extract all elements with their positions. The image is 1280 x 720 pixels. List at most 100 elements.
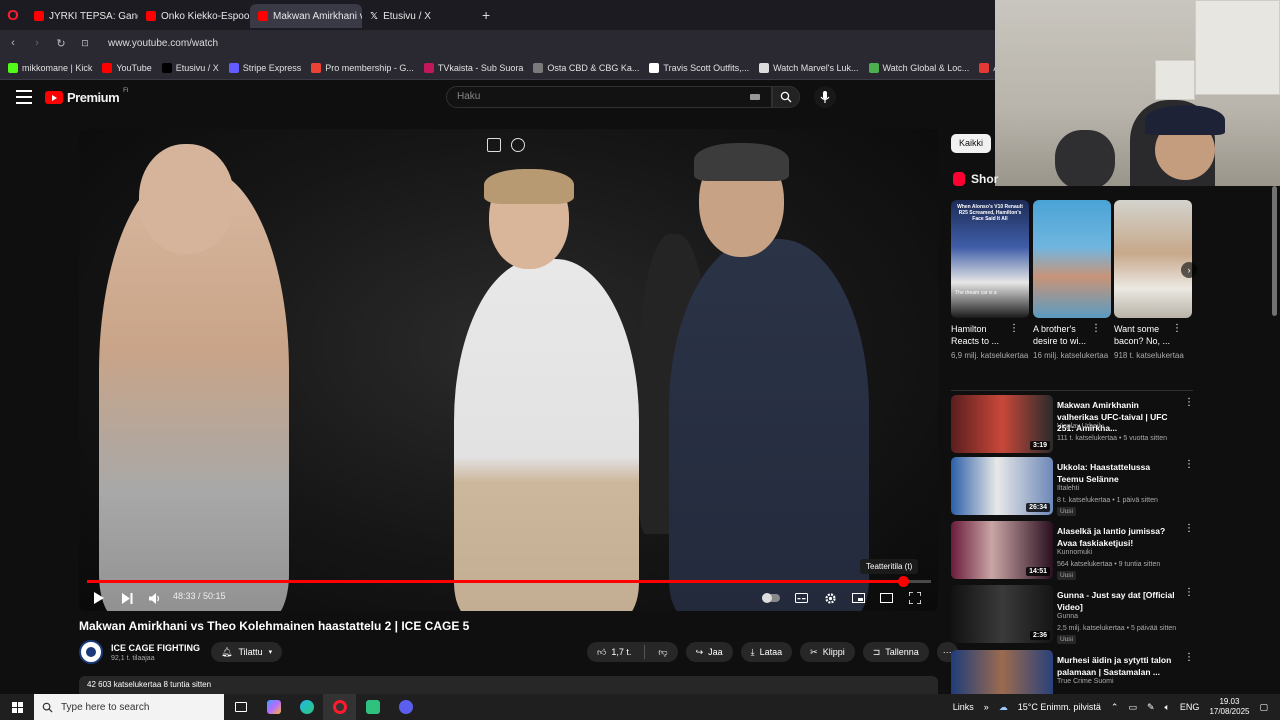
volume-tray-icon[interactable]: 🔈︎: [1165, 702, 1170, 713]
taskbar-app-copilot[interactable]: [257, 694, 290, 720]
fullscreen-button[interactable]: [906, 587, 924, 609]
bookmark-item[interactable]: Stripe Express: [228, 62, 301, 73]
short-thumbnail[interactable]: [1033, 200, 1111, 318]
bookmark-item[interactable]: Pro membership - G...: [311, 62, 414, 73]
opera-logo-icon[interactable]: O: [0, 0, 26, 30]
new-tab-button[interactable]: +: [482, 7, 490, 23]
back-arrow-icon[interactable]: ‹: [8, 37, 18, 49]
shorts-next-button[interactable]: ›: [1181, 262, 1197, 278]
short-title[interactable]: A brother's desire to wi...: [1033, 323, 1095, 347]
bookmark-item[interactable]: Osta CBD & CBG Ka...: [533, 62, 639, 73]
chevron-up-icon[interactable]: ⌃: [1111, 702, 1119, 713]
keyboard-icon[interactable]: [750, 94, 760, 100]
video-title[interactable]: Murhesi äidin ja sytytti talon palamaan …: [1057, 655, 1179, 678]
subscribed-button[interactable]: 🔔︎ Tilattu ▾: [211, 642, 283, 662]
video-channel[interactable]: Gunna: [1057, 613, 1078, 620]
subtitles-button[interactable]: [792, 587, 810, 609]
short-title[interactable]: Want some bacon? No, ...: [1114, 323, 1176, 347]
video-progress-bar[interactable]: [87, 576, 931, 587]
video-player[interactable]: Teatteritila (t) 48:33 / 50:15: [79, 129, 938, 611]
play-button[interactable]: [91, 587, 107, 609]
video-title[interactable]: Gunna - Just say dat [Official Video]: [1057, 590, 1179, 613]
taskbar-search-input[interactable]: Type here to search: [34, 694, 224, 720]
video-channel[interactable]: True Crime Suomi: [1057, 678, 1114, 685]
more-vertical-icon[interactable]: ⋮: [1184, 523, 1194, 534]
more-vertical-icon[interactable]: ⋮: [1009, 323, 1019, 334]
video-thumbnail[interactable]: 3:19: [951, 395, 1053, 453]
channel-name[interactable]: ICE CAGE FIGHTING: [111, 643, 200, 653]
recommended-video[interactable]: Murhesi äidin ja sytytti talon palamaan …: [951, 650, 1196, 694]
recommended-video[interactable]: 3:19 Makwan Amirkhanin valherikas UFC-ta…: [951, 395, 1196, 453]
network-icon[interactable]: ▭: [1128, 702, 1137, 713]
like-button[interactable]: 👍︎ 1,7 t.: [587, 642, 639, 662]
download-button[interactable]: ⤓ Lataa: [740, 642, 793, 662]
bookmark-item[interactable]: Etusivu / X: [161, 62, 219, 73]
menu-icon[interactable]: [16, 90, 32, 104]
clip-button[interactable]: ✂ Klippi: [800, 642, 855, 662]
dislike-button[interactable]: 👎︎: [650, 642, 677, 662]
video-thumbnail[interactable]: [951, 650, 1053, 694]
video-channel[interactable]: Viaplay Urheilu: [1057, 423, 1104, 430]
video-channel[interactable]: Iltalehti: [1057, 485, 1079, 492]
autoplay-toggle[interactable]: [759, 587, 783, 609]
bookmark-item[interactable]: YouTube: [102, 62, 152, 73]
video-channel[interactable]: Kunnomuki: [1057, 549, 1092, 556]
notifications-icon[interactable]: ▢: [1259, 702, 1268, 713]
taskbar-app-spotify[interactable]: [356, 694, 389, 720]
reload-icon[interactable]: ↻: [56, 37, 66, 50]
recommended-video[interactable]: 14:51 Alaselkä ja lantio jumissa? Avaa f…: [951, 521, 1196, 580]
description-box[interactable]: 42 603 katselukertaa 8 tuntia sitten: [79, 676, 938, 694]
bookmark-item[interactable]: mikkomane | Kick: [8, 62, 92, 73]
clock[interactable]: 19.03 17/08/2025: [1209, 697, 1249, 717]
short-thumbnail[interactable]: When Alonso's V10 Renault R25 Screamed, …: [951, 200, 1029, 318]
bookmark-item[interactable]: Watch Marvel's Luk...: [759, 62, 859, 73]
tab-3-active[interactable]: Makwan Amirkhani vs Th: [250, 4, 362, 28]
video-thumbnail[interactable]: 26:34: [951, 457, 1053, 515]
filter-chip-all[interactable]: Kaikki: [951, 134, 992, 153]
bookmark-item[interactable]: A$AP ROCKY x PU...: [979, 62, 995, 73]
start-button[interactable]: [0, 694, 34, 720]
language-indicator[interactable]: ENG: [1180, 702, 1200, 712]
scrubber-handle[interactable]: [898, 576, 909, 587]
short-thumbnail[interactable]: [1114, 200, 1192, 318]
task-view-button[interactable]: [224, 694, 257, 720]
enhance-icon[interactable]: [511, 138, 525, 152]
more-vertical-icon[interactable]: ⋮: [1091, 323, 1101, 334]
save-button[interactable]: ⊐ Tallenna: [862, 642, 929, 662]
youtube-logo[interactable]: Premium FI: [45, 88, 128, 105]
tab-2[interactable]: Onko Kiekko-Espoon roni: [138, 4, 250, 28]
miniplayer-overlay-icon[interactable]: [487, 138, 501, 152]
tab-4[interactable]: 𝕏 Etusivu / X: [362, 4, 474, 28]
more-vertical-icon[interactable]: ⋮: [1184, 459, 1194, 470]
theater-mode-button[interactable]: [877, 587, 895, 609]
share-button[interactable]: ↪ Jaa: [685, 642, 733, 662]
bookmark-item[interactable]: TVkaista - Sub Suora: [423, 62, 523, 73]
taskbar-app-obs[interactable]: [389, 694, 422, 720]
search-button[interactable]: [772, 86, 800, 108]
volume-button[interactable]: [147, 587, 163, 609]
next-button[interactable]: [119, 587, 135, 609]
video-thumbnail[interactable]: 2:36: [951, 585, 1053, 643]
miniplayer-button[interactable]: [849, 587, 867, 609]
video-title[interactable]: Alaselkä ja lantio jumissa? Avaa faskiak…: [1057, 526, 1179, 549]
taskbar-app-edge[interactable]: [290, 694, 323, 720]
recommended-video[interactable]: 26:34 Ukkola: Haastattelussa Teemu Selän…: [951, 457, 1196, 516]
voice-search-button[interactable]: [814, 86, 836, 108]
pen-icon[interactable]: ✎: [1147, 702, 1155, 713]
forward-arrow-icon[interactable]: ›: [32, 37, 42, 49]
search-input[interactable]: Haku: [446, 86, 772, 108]
settings-button[interactable]: [821, 587, 839, 609]
bookmark-item[interactable]: Travis Scott Outfits,...: [649, 62, 749, 73]
taskbar-app-opera[interactable]: [323, 694, 356, 720]
weather-text[interactable]: 15°C Enimm. pilvistä: [1018, 702, 1101, 712]
tab-1[interactable]: JYRKI TEPSA: Gangsterieli: [26, 4, 138, 28]
video-title[interactable]: Ukkola: Haastattelussa Teemu Selänne: [1057, 462, 1179, 485]
sidebar-scrollbar[interactable]: [1272, 186, 1277, 316]
more-vertical-icon[interactable]: ⋮: [1184, 587, 1194, 598]
short-title[interactable]: Hamilton Reacts to ...: [951, 323, 1013, 347]
recommended-video[interactable]: 2:36 Gunna - Just say dat [Official Vide…: [951, 585, 1196, 644]
links-toolbar[interactable]: Links: [953, 702, 974, 712]
video-thumbnail[interactable]: 14:51: [951, 521, 1053, 579]
channel-avatar[interactable]: [79, 640, 103, 664]
more-vertical-icon[interactable]: ⋮: [1172, 323, 1182, 334]
